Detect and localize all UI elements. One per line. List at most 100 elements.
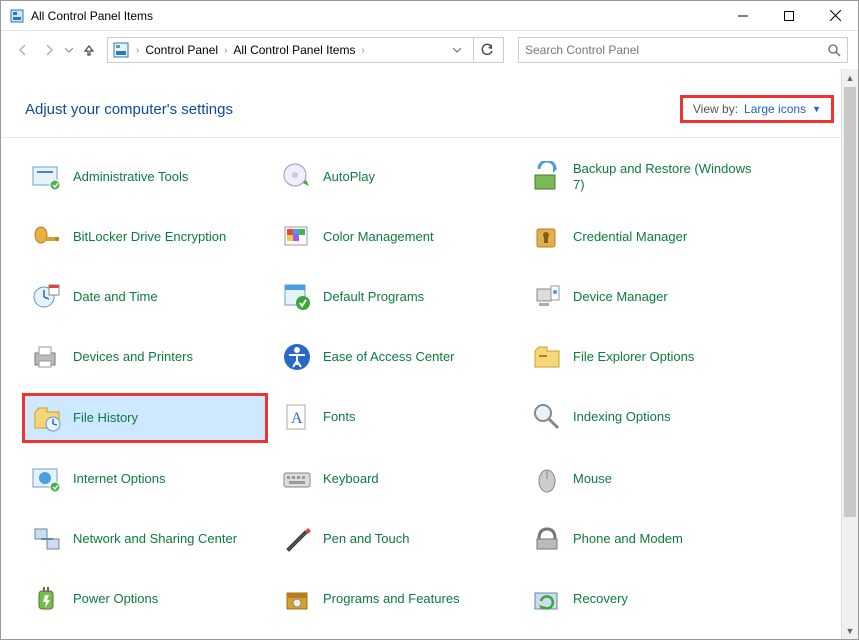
item-autoplay[interactable]: AutoPlay xyxy=(275,156,525,198)
item-default-programs[interactable]: Default Programs xyxy=(275,276,525,318)
item-label: Programs and Features xyxy=(323,591,460,607)
search-box[interactable]: Search Control Panel xyxy=(518,37,848,63)
item-pen-touch[interactable]: Pen and Touch xyxy=(275,518,525,560)
refresh-button[interactable] xyxy=(473,38,499,62)
item-label: BitLocker Drive Encryption xyxy=(73,229,226,245)
file-explorer-icon xyxy=(531,341,563,373)
item-internet-options[interactable]: Internet Options xyxy=(25,458,275,500)
address-bar[interactable]: › Control Panel › All Control Panel Item… xyxy=(107,37,504,63)
scroll-down-button[interactable]: ▼ xyxy=(842,622,858,639)
breadcrumb-sep: › xyxy=(134,45,141,56)
item-date-time[interactable]: Date and Time xyxy=(25,276,275,318)
breadcrumb-sep: › xyxy=(359,45,366,56)
phone-modem-icon xyxy=(531,523,563,555)
control-panel-app-icon xyxy=(9,8,25,24)
chevron-down-icon: ▼ xyxy=(812,104,821,114)
credential-mgr-icon xyxy=(531,221,563,253)
item-phone-modem[interactable]: Phone and Modem xyxy=(525,518,815,560)
item-administrative-tools[interactable]: Administrative Tools xyxy=(25,156,275,198)
titlebar: All Control Panel Items xyxy=(1,1,858,31)
item-power-options[interactable]: Power Options xyxy=(25,578,275,620)
vertical-scrollbar[interactable]: ▲ ▼ xyxy=(841,69,858,639)
item-devices-printers[interactable]: Devices and Printers xyxy=(25,336,275,378)
item-device-manager[interactable]: Device Manager xyxy=(525,276,815,318)
item-ease-of-access[interactable]: Ease of Access Center xyxy=(275,336,525,378)
back-button[interactable] xyxy=(11,38,35,62)
breadcrumb-all-items[interactable]: All Control Panel Items xyxy=(229,41,359,59)
date-time-icon xyxy=(31,281,63,313)
bitlocker-icon xyxy=(31,221,63,253)
window-controls xyxy=(720,1,858,31)
search-icon[interactable] xyxy=(828,44,841,57)
item-label: Devices and Printers xyxy=(73,349,193,365)
view-by-control[interactable]: View by: Large icons ▼ xyxy=(680,95,834,123)
network-icon xyxy=(31,523,63,555)
keyboard-icon xyxy=(281,463,313,495)
fonts-icon: A xyxy=(281,401,313,433)
item-label: Internet Options xyxy=(73,471,166,487)
default-programs-icon xyxy=(281,281,313,313)
item-label: Credential Manager xyxy=(573,229,687,245)
view-by-value: Large icons xyxy=(744,102,806,116)
item-file-explorer-options[interactable]: File Explorer Options xyxy=(525,336,815,378)
up-button[interactable] xyxy=(77,38,101,62)
file-history-icon xyxy=(31,402,63,434)
view-by-label: View by: xyxy=(693,102,738,116)
item-network-sharing[interactable]: Network and Sharing Center xyxy=(25,518,275,560)
item-backup-restore[interactable]: Backup and Restore (Windows 7) xyxy=(525,156,815,198)
item-label: Phone and Modem xyxy=(573,531,683,547)
item-bitlocker[interactable]: BitLocker Drive Encryption xyxy=(25,216,275,258)
item-label: Device Manager xyxy=(573,289,668,305)
internet-options-icon xyxy=(31,463,63,495)
item-programs-features[interactable]: Programs and Features xyxy=(275,578,525,620)
programs-features-icon xyxy=(281,583,313,615)
pen-touch-icon xyxy=(281,523,313,555)
item-label: Mouse xyxy=(573,471,612,487)
item-label: Keyboard xyxy=(323,471,379,487)
breadcrumb-control-panel[interactable]: Control Panel xyxy=(141,41,222,59)
item-file-history[interactable]: File History xyxy=(25,396,265,440)
close-button[interactable] xyxy=(812,1,858,31)
navigation-bar: › Control Panel › All Control Panel Item… xyxy=(1,31,858,69)
content-area: Administrative Tools AutoPlay Backup and… xyxy=(1,138,858,640)
indexing-icon xyxy=(531,401,563,433)
item-label: Indexing Options xyxy=(573,409,671,425)
address-dropdown[interactable] xyxy=(453,48,471,53)
item-label: File History xyxy=(73,410,138,426)
window-title: All Control Panel Items xyxy=(31,9,720,23)
item-color-management[interactable]: Color Management xyxy=(275,216,525,258)
item-recovery[interactable]: Recovery xyxy=(525,578,815,620)
recent-locations-dropdown[interactable] xyxy=(63,48,75,53)
item-label: Recovery xyxy=(573,591,628,607)
control-panel-window: All Control Panel Items xyxy=(0,0,859,640)
mouse-icon xyxy=(531,463,563,495)
item-label: AutoPlay xyxy=(323,169,375,185)
item-label: Ease of Access Center xyxy=(323,349,455,365)
admin-tools-icon xyxy=(31,161,63,193)
scroll-up-button[interactable]: ▲ xyxy=(842,69,858,86)
device-mgr-icon xyxy=(531,281,563,313)
recovery-icon xyxy=(531,583,563,615)
devices-printers-icon xyxy=(31,341,63,373)
item-label: Color Management xyxy=(323,229,434,245)
forward-button[interactable] xyxy=(37,38,61,62)
scrollbar-thumb[interactable] xyxy=(844,87,856,517)
item-credential-manager[interactable]: Credential Manager xyxy=(525,216,815,258)
item-mouse[interactable]: Mouse xyxy=(525,458,815,500)
autoplay-icon xyxy=(281,161,313,193)
item-keyboard[interactable]: Keyboard xyxy=(275,458,525,500)
backup-restore-icon xyxy=(531,161,563,193)
item-label: Administrative Tools xyxy=(73,169,188,185)
item-label: Backup and Restore (Windows 7) xyxy=(573,161,763,192)
item-label: Default Programs xyxy=(323,289,424,305)
item-indexing-options[interactable]: Indexing Options xyxy=(525,396,815,438)
search-placeholder: Search Control Panel xyxy=(525,43,828,57)
maximize-button[interactable] xyxy=(766,1,812,31)
breadcrumb-sep: › xyxy=(222,45,229,56)
item-label: Power Options xyxy=(73,591,158,607)
item-label: Network and Sharing Center xyxy=(73,531,237,547)
minimize-button[interactable] xyxy=(720,1,766,31)
page-title: Adjust your computer's settings xyxy=(25,101,233,118)
item-fonts[interactable]: A Fonts xyxy=(275,396,525,438)
power-options-icon xyxy=(31,583,63,615)
